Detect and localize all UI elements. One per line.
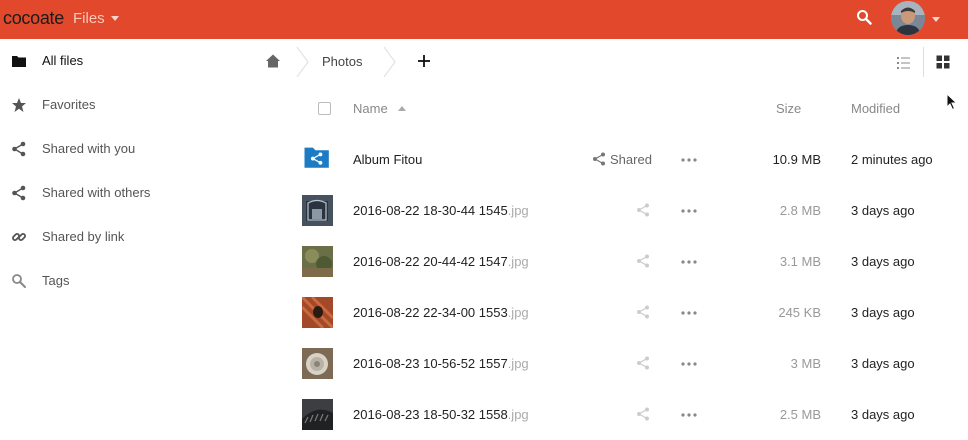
share-icon[interactable]	[636, 305, 650, 319]
new-button-plus-icon[interactable]	[416, 53, 432, 69]
sidebar-item-label: Shared with others	[42, 185, 151, 200]
table-row[interactable]: 2016-08-22 18-30-44 1545.jpg 2.8 MB 3 da…	[258, 185, 968, 236]
top-bar: cocoate Files	[0, 0, 968, 39]
column-header-name[interactable]: Name	[353, 101, 388, 116]
share-icon	[12, 141, 26, 157]
table-row[interactable]: Album Fitou Shared 10.9 MB 2 minutes ago	[258, 134, 968, 185]
sidebar-item-shared-with-others[interactable]: Shared with others	[0, 171, 258, 215]
file-size: 3.1 MB	[779, 254, 821, 269]
more-actions-icon[interactable]	[681, 209, 697, 213]
share-icon[interactable]	[636, 254, 650, 268]
folder-icon	[12, 56, 26, 67]
file-modified: 3 days ago	[851, 203, 915, 218]
file-basename: 2016-08-22 20-44-42 1547	[353, 254, 508, 269]
column-header-modified[interactable]: Modified	[851, 101, 900, 116]
image-thumbnail	[302, 348, 333, 379]
image-thumbnail	[302, 297, 333, 328]
file-basename: Album Fitou	[353, 152, 423, 167]
file-modified: 3 days ago	[851, 407, 915, 422]
app-menu-chevron-icon[interactable]	[111, 16, 119, 21]
user-menu-chevron-icon[interactable]	[932, 17, 940, 22]
image-thumbnail	[302, 195, 333, 226]
file-name: 2016-08-22 22-34-00 1553.jpg	[353, 305, 529, 320]
table-row[interactable]: 2016-08-23 10-56-52 1557.jpg 3 MB 3 days…	[258, 338, 968, 389]
file-extension: .jpg	[507, 203, 529, 218]
star-icon	[12, 98, 26, 112]
table-row[interactable]: 2016-08-22 20-44-42 1547.jpg 3.1 MB 3 da…	[258, 236, 968, 287]
sidebar-item-shared-by-link[interactable]: Shared by link	[0, 215, 258, 259]
file-size: 2.8 MB	[779, 203, 821, 218]
file-extension: .jpg	[507, 407, 529, 422]
view-toggle-divider	[923, 47, 924, 77]
file-size: 10.9 MB	[772, 152, 821, 167]
more-actions-icon[interactable]	[681, 362, 697, 366]
breadcrumb-bar: Photos	[258, 39, 968, 85]
file-size: 2.5 MB	[779, 407, 821, 422]
more-actions-icon[interactable]	[681, 158, 697, 162]
file-extension: .jpg	[507, 356, 529, 371]
more-actions-icon[interactable]	[681, 260, 697, 264]
file-basename: 2016-08-23 10-56-52 1557	[353, 356, 508, 371]
file-name: 2016-08-23 10-56-52 1557.jpg	[353, 356, 529, 371]
mouse-cursor-icon	[946, 93, 958, 111]
share-icon[interactable]	[636, 356, 650, 370]
table-row[interactable]: 2016-08-22 22-34-00 1553.jpg 245 KB 3 da…	[258, 287, 968, 338]
file-basename: 2016-08-22 22-34-00 1553	[353, 305, 508, 320]
sidebar-item-tags[interactable]: Tags	[0, 259, 258, 303]
search-icon	[12, 274, 26, 288]
file-basename: 2016-08-23 18-50-32 1558	[353, 407, 508, 422]
table-row[interactable]: 2016-08-23 18-50-32 1558.jpg 2.5 MB 3 da…	[258, 389, 968, 440]
file-extension: .jpg	[507, 254, 529, 269]
share-icon	[12, 185, 26, 201]
file-extension: .jpg	[507, 305, 529, 320]
file-size: 245 KB	[778, 305, 821, 320]
sort-ascending-icon[interactable]	[398, 106, 406, 111]
file-modified: 3 days ago	[851, 356, 915, 371]
breadcrumb-separator-icon	[296, 46, 309, 78]
share-icon[interactable]	[636, 203, 650, 217]
search-icon[interactable]	[856, 9, 872, 25]
link-icon	[12, 233, 26, 241]
shared-status-label[interactable]: Shared	[610, 152, 652, 167]
file-size: 3 MB	[790, 356, 821, 371]
breadcrumb-separator-icon	[383, 46, 396, 78]
sidebar-item-label: Tags	[42, 273, 70, 288]
file-name: Album Fitou	[353, 152, 422, 167]
file-modified: 2 minutes ago	[851, 152, 933, 167]
select-all-checkbox[interactable]	[318, 102, 331, 115]
grid-view-icon[interactable]	[936, 55, 950, 69]
share-icon[interactable]	[592, 152, 606, 166]
app-menu-label[interactable]: Files	[73, 10, 105, 27]
sidebar-item-all-files[interactable]: All files	[0, 39, 258, 83]
sidebar-item-label: Favorites	[42, 97, 96, 112]
image-thumbnail	[302, 399, 333, 430]
sidebar: All files Favorites Shared with you Shar…	[0, 39, 258, 423]
file-modified: 3 days ago	[851, 305, 915, 320]
sidebar-item-label: Shared by link	[42, 229, 125, 244]
list-view-icon[interactable]	[896, 55, 912, 71]
file-list: Album Fitou Shared 10.9 MB 2 minutes ago…	[258, 134, 968, 430]
image-thumbnail	[302, 246, 333, 277]
sidebar-item-label: Shared with you	[42, 141, 136, 156]
sidebar-item-favorites[interactable]: Favorites	[0, 83, 258, 127]
sidebar-item-label: All files	[42, 53, 84, 68]
breadcrumb-current[interactable]: Photos	[322, 54, 362, 69]
sidebar-item-shared-with-you[interactable]: Shared with you	[0, 127, 258, 171]
user-avatar[interactable]	[891, 1, 925, 35]
file-basename: 2016-08-22 18-30-44 1545	[353, 203, 508, 218]
more-actions-icon[interactable]	[681, 311, 697, 315]
file-table-header: Name Size Modified	[258, 85, 968, 131]
more-actions-icon[interactable]	[681, 413, 697, 417]
shared-folder-icon	[304, 147, 329, 168]
file-modified: 3 days ago	[851, 254, 915, 269]
file-name: 2016-08-23 18-50-32 1558.jpg	[353, 407, 529, 422]
file-name: 2016-08-22 18-30-44 1545.jpg	[353, 203, 529, 218]
home-icon[interactable]	[265, 53, 281, 69]
file-name: 2016-08-22 20-44-42 1547.jpg	[353, 254, 529, 269]
share-icon[interactable]	[636, 407, 650, 421]
logo[interactable]: cocoate	[3, 8, 64, 29]
column-header-size[interactable]: Size	[776, 101, 801, 116]
